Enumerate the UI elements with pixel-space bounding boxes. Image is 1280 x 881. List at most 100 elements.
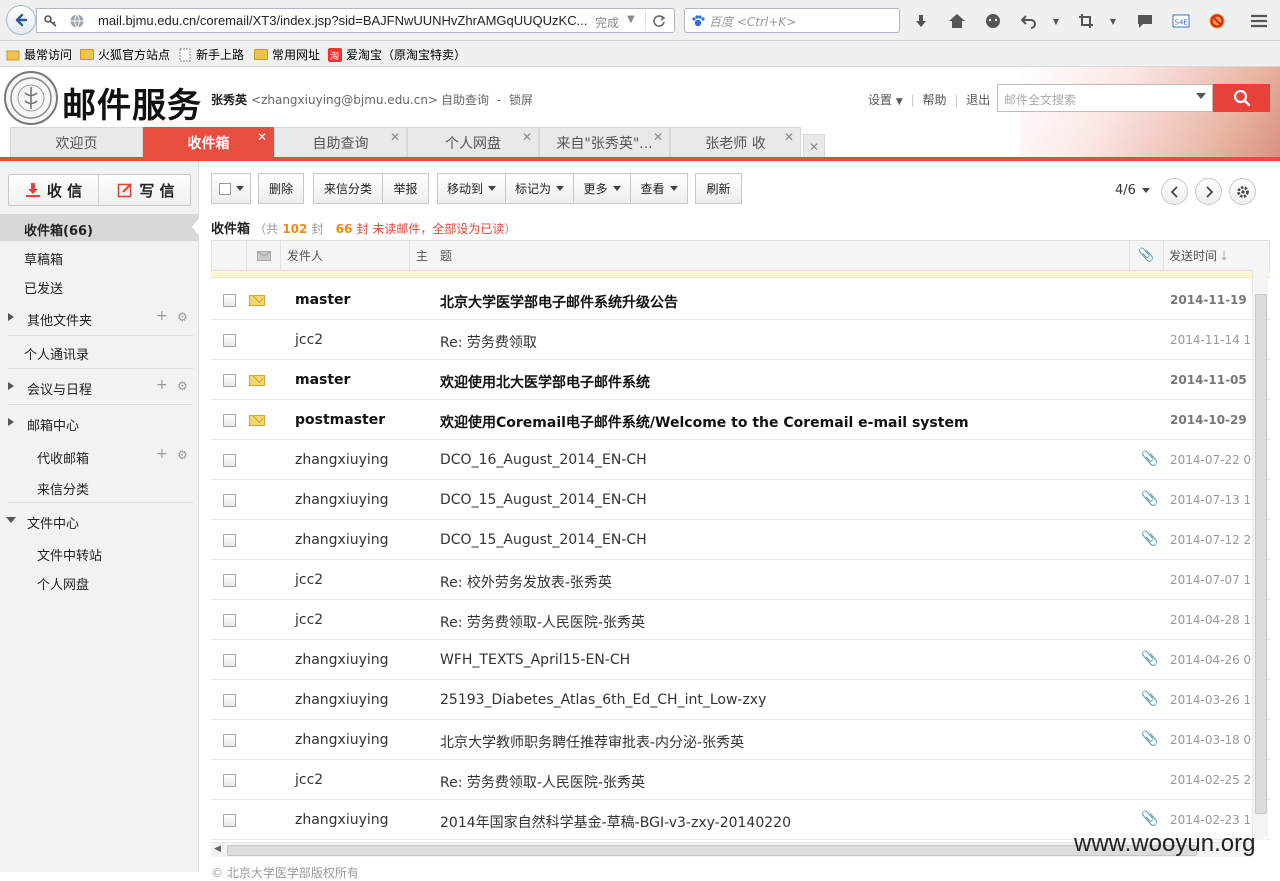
close-icon[interactable]: ✕ xyxy=(257,130,267,144)
url-history-dropdown[interactable]: ▼ xyxy=(627,14,635,25)
row-sender[interactable]: zhangxiuying xyxy=(295,812,389,828)
sidebar-item-contacts[interactable]: 个人通讯录 xyxy=(0,339,199,363)
sidebar-item-inbox[interactable]: 收件箱(66) xyxy=(0,214,200,241)
row-checkbox[interactable] xyxy=(223,374,236,387)
tab-welcome[interactable]: 欢迎页 xyxy=(10,127,143,158)
sidebar-item-proxy-mailbox[interactable]: 代收邮箱 + ⚙ xyxy=(0,443,199,467)
col-subject[interactable]: 主 题 xyxy=(409,241,1129,270)
bookmark-aitaobao[interactable]: 淘 爱淘宝（原淘宝特卖） xyxy=(328,46,466,63)
sidebar-item-mail-rules[interactable]: 来信分类 xyxy=(0,474,199,498)
row-checkbox[interactable] xyxy=(223,334,236,347)
row-sender[interactable]: jcc2 xyxy=(295,332,323,348)
scroll-left-icon[interactable]: ◀ xyxy=(214,844,221,854)
row-checkbox[interactable] xyxy=(223,494,236,507)
table-row[interactable]: master 欢迎使用北大医学部电子邮件系统 2014-11-05 15 xyxy=(211,360,1270,400)
row-subject[interactable]: 北京大学医学部电子邮件系统升级公告 xyxy=(440,292,678,312)
url-bar[interactable]: mail.bjmu.edu.cn/coremail/XT3/index.jsp?… xyxy=(36,8,675,33)
row-checkbox[interactable] xyxy=(223,814,236,827)
table-row[interactable]: zhangxiuying WFH_TEXTS_April15-EN-CH 📎 2014… xyxy=(211,640,1270,680)
row-subject[interactable]: Re: 劳务费领取 xyxy=(440,332,537,352)
col-attachment[interactable]: 📎 xyxy=(1129,241,1163,270)
receive-button[interactable]: 收 信 xyxy=(9,175,99,205)
table-row[interactable]: master 北京大学医学部电子邮件系统升级公告 2014-11-19 19 xyxy=(211,280,1270,320)
add-mailbox-icon[interactable]: + xyxy=(156,446,168,462)
classify-button[interactable]: 来信分类 xyxy=(313,173,383,204)
tab-teacher-message[interactable]: 张老师 收 ✕ xyxy=(670,127,801,158)
table-row[interactable]: zhangxiuying DCO_16_August_2014_EN-CH 📎 201… xyxy=(211,440,1270,480)
expand-arrow-icon[interactable] xyxy=(8,418,14,426)
table-row[interactable]: postmaster 欢迎使用Coremail电子邮件系统/Welcome to … xyxy=(211,400,1270,440)
sidebar-item-drafts[interactable]: 草稿箱 xyxy=(0,244,199,268)
refresh-button[interactable]: 刷新 xyxy=(695,173,742,204)
close-icon[interactable]: ✕ xyxy=(784,130,794,144)
row-sender[interactable]: jcc2 xyxy=(295,612,323,628)
table-row[interactable]: jcc2 Re: 校外劳务发放表-张秀英 2014-07-07 16 xyxy=(211,560,1270,600)
compose-button[interactable]: 写 信 xyxy=(100,175,192,205)
row-checkbox[interactable] xyxy=(223,294,236,307)
menu-icon[interactable] xyxy=(1249,11,1269,31)
row-subject[interactable]: Re: 劳务费领取-人民医院-张秀英 xyxy=(440,772,645,792)
help-link[interactable]: 帮助 xyxy=(922,93,946,107)
mail-search-button[interactable] xyxy=(1213,84,1270,112)
row-subject[interactable]: DCO_15_August_2014_EN-CH xyxy=(440,532,647,548)
row-checkbox[interactable] xyxy=(223,534,236,547)
settings-link[interactable]: 设置 ▼ xyxy=(868,93,903,107)
mark-all-read-link[interactable]: ，全部设为已读 xyxy=(420,222,504,236)
move-to-button[interactable]: 移动到 xyxy=(437,173,506,204)
close-icon[interactable]: ✕ xyxy=(809,140,819,154)
gear-icon[interactable]: ⚙ xyxy=(177,310,188,324)
row-sender[interactable]: jcc2 xyxy=(295,572,323,588)
row-checkbox[interactable] xyxy=(223,574,236,587)
table-row[interactable]: zhangxiuying 北京大学教师职务聘任推荐审批表-内分泌-张秀英 📎 2014… xyxy=(211,720,1270,760)
bookmark-most-visited[interactable]: 最常访问 xyxy=(6,46,72,63)
block-icon[interactable] xyxy=(1207,11,1227,31)
row-sender[interactable]: zhangxiuying xyxy=(295,452,389,468)
row-sender[interactable]: zhangxiuying xyxy=(295,532,389,548)
mail-search-input[interactable]: 邮件全文搜索 xyxy=(997,84,1213,112)
add-folder-icon[interactable]: + xyxy=(156,308,168,324)
sidebar-item-calendar[interactable]: 会议与日程 + ⚙ xyxy=(0,374,199,398)
vertical-scrollbar[interactable] xyxy=(1252,270,1268,840)
row-subject[interactable]: WFH_TEXTS_April15-EN-CH xyxy=(440,652,630,668)
add-event-icon[interactable]: + xyxy=(156,377,168,393)
row-checkbox[interactable] xyxy=(223,654,236,667)
search-scope-dropdown-icon[interactable] xyxy=(1196,93,1206,99)
row-sender[interactable]: master xyxy=(295,372,350,388)
vertical-scroll-thumb[interactable] xyxy=(1255,294,1267,814)
undo-icon[interactable] xyxy=(1019,11,1039,31)
more-button[interactable]: 更多 xyxy=(573,173,631,204)
table-row[interactable]: zhangxiuying DCO_15_August_2014_EN-CH 📎 201… xyxy=(211,480,1270,520)
list-settings-button[interactable] xyxy=(1229,178,1256,205)
crop-icon[interactable] xyxy=(1076,11,1096,31)
lock-screen-link[interactable]: 锁屏 xyxy=(509,93,533,107)
table-row[interactable]: zhangxiuying 25193_Diabetes_Atlas_6th_Ed_… xyxy=(211,680,1270,720)
tab-message-from[interactable]: 来自"张秀英"... ✕ xyxy=(539,127,670,158)
speech-bubble-icon[interactable] xyxy=(1135,11,1155,31)
undo-menu-icon[interactable]: ▼ xyxy=(1046,11,1066,31)
horizontal-scroll-thumb[interactable] xyxy=(227,845,1197,856)
row-subject[interactable]: DCO_15_August_2014_EN-CH xyxy=(440,492,647,508)
row-subject[interactable]: Re: 校外劳务发放表-张秀英 xyxy=(440,572,612,592)
bookmark-getting-started[interactable]: 新手上路 xyxy=(178,46,244,63)
expand-arrow-icon[interactable] xyxy=(8,382,14,390)
row-subject[interactable]: 北京大学教师职务聘任推荐审批表-内分泌-张秀英 xyxy=(440,732,744,752)
gear-icon[interactable]: ⚙ xyxy=(177,379,188,393)
row-sender[interactable]: jcc2 xyxy=(295,772,323,788)
col-date[interactable]: 发送时间 ↓ xyxy=(1163,241,1269,270)
row-checkbox[interactable] xyxy=(223,774,236,787)
next-page-button[interactable] xyxy=(1195,178,1222,205)
sidebar-item-file-transfer[interactable]: 文件中转站 xyxy=(0,540,199,564)
back-button[interactable] xyxy=(6,5,36,35)
delete-button[interactable]: 删除 xyxy=(258,173,304,204)
bookmark-firefox-site[interactable]: 火狐官方站点 xyxy=(80,46,170,63)
row-sender[interactable]: zhangxiuying xyxy=(295,652,389,668)
row-subject[interactable]: Re: 劳务费领取-人民医院-张秀英 xyxy=(440,612,645,632)
tab-self-query[interactable]: 自助查询 ✕ xyxy=(274,127,407,158)
sidebar-item-other-folders[interactable]: 其他文件夹 + ⚙ xyxy=(0,305,199,329)
row-checkbox[interactable] xyxy=(223,454,236,467)
table-row[interactable]: zhangxiuying DCO_15_August_2014_EN-CH 📎 201… xyxy=(211,520,1270,560)
download-icon[interactable] xyxy=(911,11,931,31)
self-query-link[interactable]: 自助查询 xyxy=(441,93,489,107)
prev-page-button[interactable] xyxy=(1161,178,1188,205)
close-icon[interactable]: ✕ xyxy=(653,130,663,144)
